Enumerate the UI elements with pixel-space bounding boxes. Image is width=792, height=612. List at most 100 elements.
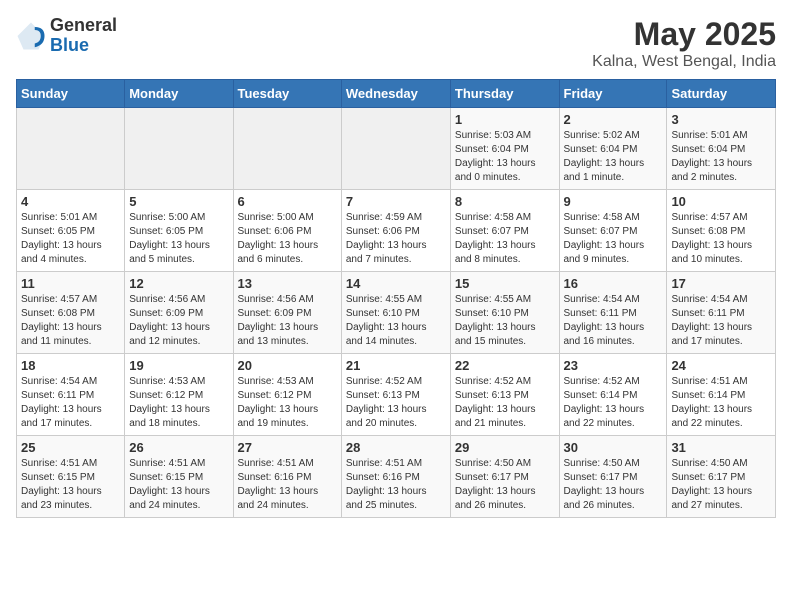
day-number: 21	[346, 358, 446, 373]
day-info: Sunrise: 4:57 AM Sunset: 6:08 PM Dayligh…	[671, 211, 771, 267]
calendar-cell: 13 Sunrise: 4:56 AM Sunset: 6:09 PM Dayli…	[233, 272, 341, 354]
calendar-cell: 11 Sunrise: 4:57 AM Sunset: 6:08 PM Dayli…	[17, 272, 125, 354]
day-number: 31	[671, 440, 771, 455]
location-title: Kalna, West Bengal, India	[592, 53, 776, 71]
calendar-cell: 27 Sunrise: 4:51 AM Sunset: 6:16 PM Dayli…	[233, 436, 341, 518]
weekday-header-row: SundayMondayTuesdayWednesdayThursdayFrid…	[17, 80, 776, 108]
calendar-cell: 17Sunrise: 4:54 AM Sunset: 6:11 PM Dayli…	[667, 272, 776, 354]
calendar-cell: 28 Sunrise: 4:51 AM Sunset: 6:16 PM Dayli…	[341, 436, 450, 518]
day-info: Sunrise: 4:56 AM Sunset: 6:09 PM Dayligh…	[238, 293, 337, 349]
day-info: Sunrise: 4:54 AM Sunset: 6:11 PM Dayligh…	[564, 293, 663, 349]
calendar-cell: 16 Sunrise: 4:54 AM Sunset: 6:11 PM Dayli…	[559, 272, 667, 354]
day-number: 1	[455, 112, 555, 127]
day-info: Sunrise: 4:52 AM Sunset: 6:14 PM Dayligh…	[564, 375, 663, 431]
calendar-week-row: 11 Sunrise: 4:57 AM Sunset: 6:08 PM Dayli…	[17, 272, 776, 354]
day-info: Sunrise: 5:00 AM Sunset: 6:05 PM Dayligh…	[129, 211, 228, 267]
calendar-cell: 8 Sunrise: 4:58 AM Sunset: 6:07 PM Daylig…	[450, 190, 559, 272]
day-number: 2	[564, 112, 663, 127]
calendar-cell: 21 Sunrise: 4:52 AM Sunset: 6:13 PM Dayli…	[341, 354, 450, 436]
day-number: 20	[238, 358, 337, 373]
day-info: Sunrise: 4:58 AM Sunset: 6:07 PM Dayligh…	[455, 211, 555, 267]
weekday-header-friday: Friday	[559, 80, 667, 108]
calendar-cell	[341, 108, 450, 190]
day-number: 5	[129, 194, 228, 209]
day-number: 28	[346, 440, 446, 455]
calendar-cell: 30 Sunrise: 4:50 AM Sunset: 6:17 PM Dayli…	[559, 436, 667, 518]
day-number: 15	[455, 276, 555, 291]
calendar-cell: 1 Sunrise: 5:03 AM Sunset: 6:04 PM Daylig…	[450, 108, 559, 190]
day-info: Sunrise: 4:54 AM Sunset: 6:11 PM Dayligh…	[21, 375, 120, 431]
weekday-header-wednesday: Wednesday	[341, 80, 450, 108]
calendar-cell: 22Sunrise: 4:52 AM Sunset: 6:13 PM Dayli…	[450, 354, 559, 436]
weekday-header-saturday: Saturday	[667, 80, 776, 108]
day-number: 3	[671, 112, 771, 127]
day-number: 29	[455, 440, 555, 455]
day-info: Sunrise: 5:03 AM Sunset: 6:04 PM Dayligh…	[455, 129, 555, 185]
weekday-header-monday: Monday	[125, 80, 233, 108]
calendar-cell: 3 Sunrise: 5:01 AM Sunset: 6:04 PM Daylig…	[667, 108, 776, 190]
calendar-cell: 6 Sunrise: 5:00 AM Sunset: 6:06 PM Daylig…	[233, 190, 341, 272]
day-number: 10	[671, 194, 771, 209]
day-number: 27	[238, 440, 337, 455]
month-title: May 2025	[592, 16, 776, 53]
day-info: Sunrise: 4:50 AM Sunset: 6:17 PM Dayligh…	[564, 457, 663, 513]
day-info: Sunrise: 4:58 AM Sunset: 6:07 PM Dayligh…	[564, 211, 663, 267]
day-info: Sunrise: 4:56 AM Sunset: 6:09 PM Dayligh…	[129, 293, 228, 349]
logo-blue-text: Blue	[50, 36, 117, 56]
calendar-cell: 23 Sunrise: 4:52 AM Sunset: 6:14 PM Dayli…	[559, 354, 667, 436]
day-number: 26	[129, 440, 228, 455]
logo-icon	[16, 21, 46, 51]
day-number: 23	[564, 358, 663, 373]
calendar-cell: 12 Sunrise: 4:56 AM Sunset: 6:09 PM Dayli…	[125, 272, 233, 354]
day-number: 6	[238, 194, 337, 209]
day-number: 25	[21, 440, 120, 455]
calendar-cell: 20 Sunrise: 4:53 AM Sunset: 6:12 PM Dayli…	[233, 354, 341, 436]
calendar-cell: 9Sunrise: 4:58 AM Sunset: 6:07 PM Daylig…	[559, 190, 667, 272]
day-info: Sunrise: 4:54 AM Sunset: 6:11 PM Dayligh…	[671, 293, 771, 349]
calendar-cell	[233, 108, 341, 190]
day-number: 13	[238, 276, 337, 291]
weekday-header-thursday: Thursday	[450, 80, 559, 108]
title-section: May 2025 Kalna, West Bengal, India	[592, 16, 776, 71]
calendar-cell: 18Sunrise: 4:54 AM Sunset: 6:11 PM Dayli…	[17, 354, 125, 436]
logo-general: General	[50, 16, 117, 36]
calendar-cell: 24Sunrise: 4:51 AM Sunset: 6:14 PM Dayli…	[667, 354, 776, 436]
calendar-table: SundayMondayTuesdayWednesdayThursdayFrid…	[16, 79, 776, 518]
calendar-cell: 15 Sunrise: 4:55 AM Sunset: 6:10 PM Dayli…	[450, 272, 559, 354]
day-number: 8	[455, 194, 555, 209]
calendar-cell	[125, 108, 233, 190]
day-info: Sunrise: 4:51 AM Sunset: 6:15 PM Dayligh…	[129, 457, 228, 513]
day-info: Sunrise: 4:51 AM Sunset: 6:16 PM Dayligh…	[238, 457, 337, 513]
day-number: 12	[129, 276, 228, 291]
calendar-cell: 31 Sunrise: 4:50 AM Sunset: 6:17 PM Dayli…	[667, 436, 776, 518]
day-info: Sunrise: 4:53 AM Sunset: 6:12 PM Dayligh…	[238, 375, 337, 431]
day-info: Sunrise: 4:55 AM Sunset: 6:10 PM Dayligh…	[346, 293, 446, 349]
calendar-week-row: 1 Sunrise: 5:03 AM Sunset: 6:04 PM Daylig…	[17, 108, 776, 190]
day-info: Sunrise: 5:02 AM Sunset: 6:04 PM Dayligh…	[564, 129, 663, 185]
calendar-cell: 10 Sunrise: 4:57 AM Sunset: 6:08 PM Dayli…	[667, 190, 776, 272]
day-info: Sunrise: 5:01 AM Sunset: 6:04 PM Dayligh…	[671, 129, 771, 185]
day-info: Sunrise: 5:00 AM Sunset: 6:06 PM Dayligh…	[238, 211, 337, 267]
calendar-body: 1 Sunrise: 5:03 AM Sunset: 6:04 PM Daylig…	[17, 108, 776, 518]
day-number: 7	[346, 194, 446, 209]
calendar-week-row: 18Sunrise: 4:54 AM Sunset: 6:11 PM Dayli…	[17, 354, 776, 436]
day-info: Sunrise: 4:59 AM Sunset: 6:06 PM Dayligh…	[346, 211, 446, 267]
day-number: 11	[21, 276, 120, 291]
day-info: Sunrise: 4:55 AM Sunset: 6:10 PM Dayligh…	[455, 293, 555, 349]
calendar-cell: 14Sunrise: 4:55 AM Sunset: 6:10 PM Dayli…	[341, 272, 450, 354]
day-info: Sunrise: 5:01 AM Sunset: 6:05 PM Dayligh…	[21, 211, 120, 267]
day-info: Sunrise: 4:51 AM Sunset: 6:16 PM Dayligh…	[346, 457, 446, 513]
day-info: Sunrise: 4:57 AM Sunset: 6:08 PM Dayligh…	[21, 293, 120, 349]
day-info: Sunrise: 4:51 AM Sunset: 6:15 PM Dayligh…	[21, 457, 120, 513]
day-info: Sunrise: 4:52 AM Sunset: 6:13 PM Dayligh…	[346, 375, 446, 431]
day-info: Sunrise: 4:50 AM Sunset: 6:17 PM Dayligh…	[671, 457, 771, 513]
day-number: 22	[455, 358, 555, 373]
day-number: 16	[564, 276, 663, 291]
day-number: 30	[564, 440, 663, 455]
day-info: Sunrise: 4:53 AM Sunset: 6:12 PM Dayligh…	[129, 375, 228, 431]
calendar-cell	[17, 108, 125, 190]
day-info: Sunrise: 4:51 AM Sunset: 6:14 PM Dayligh…	[671, 375, 771, 431]
day-number: 4	[21, 194, 120, 209]
header: General Blue May 2025 Kalna, West Bengal…	[16, 16, 776, 71]
calendar-header: SundayMondayTuesdayWednesdayThursdayFrid…	[17, 80, 776, 108]
